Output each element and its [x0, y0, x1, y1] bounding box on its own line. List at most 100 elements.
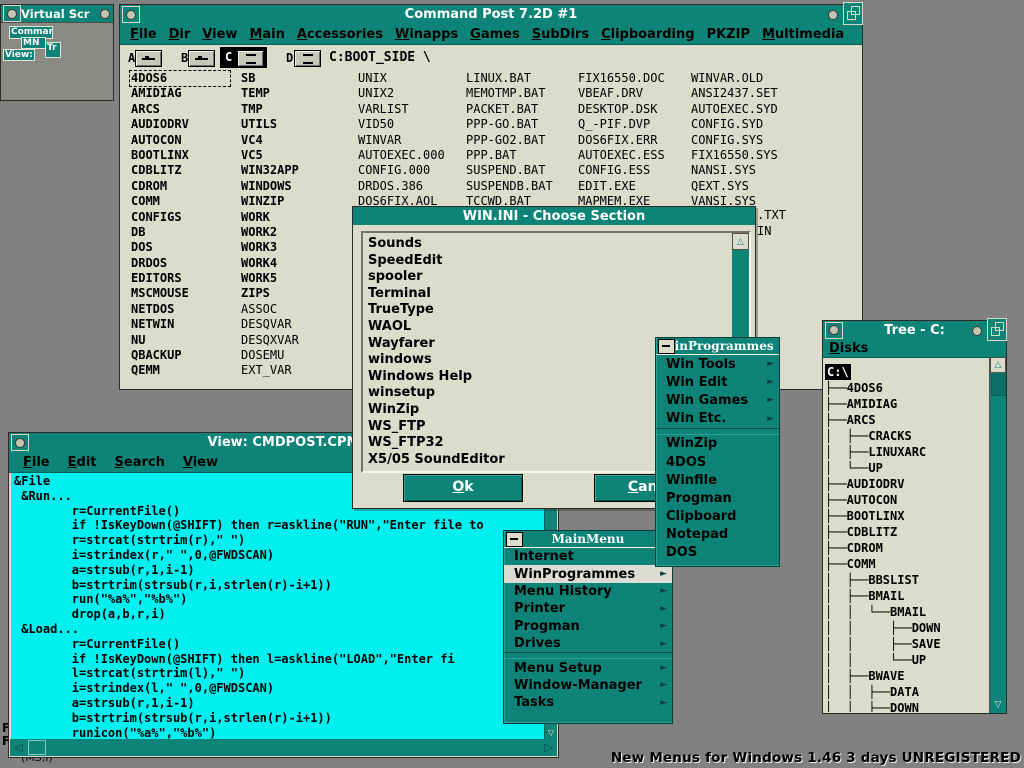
menubar-item[interactable]: Dir — [169, 27, 191, 42]
section-item[interactable]: Terminal — [368, 286, 729, 303]
popup-menu-item[interactable]: WinProgrammes► — [504, 565, 672, 582]
file-item[interactable]: AUTOEXEC.000 — [358, 148, 445, 163]
file-item[interactable]: WORK2 — [241, 225, 299, 240]
system-menu-button[interactable] — [122, 6, 140, 23]
file-item[interactable]: PPP-GO2.BAT — [466, 133, 553, 148]
file-item[interactable]: DESKTOP.DSK — [578, 102, 665, 117]
file-item[interactable]: QBACKUP — [131, 348, 231, 363]
file-item[interactable]: CONFIG.SYD — [691, 117, 778, 132]
tree-row[interactable]: ├──COMM — [825, 556, 990, 572]
file-item[interactable]: WORK5 — [241, 271, 299, 286]
restore-icon[interactable] — [843, 2, 863, 25]
virtual-screen-titlebar[interactable]: Virtual Scr — [1, 5, 113, 23]
file-item[interactable]: AUTOCON — [131, 133, 231, 148]
file-item[interactable]: NETDOS — [131, 302, 231, 317]
file-item[interactable]: VID50 — [358, 117, 445, 132]
tree-row[interactable]: ├──AMIDIAG — [825, 396, 990, 412]
popup-menu-item[interactable]: Progman — [656, 489, 779, 507]
popup-menu-item[interactable]: Printer► — [504, 600, 672, 617]
popup-menu-item[interactable]: Win Etc.► — [656, 410, 779, 428]
scroll-left-icon[interactable]: ◁ — [10, 739, 27, 756]
file-item[interactable]: NU — [131, 333, 231, 348]
popup-menu-item[interactable]: Menu History► — [504, 583, 672, 600]
scroll-down-icon[interactable]: ▽ — [545, 725, 557, 739]
menubar-item[interactable]: SubDirs — [532, 27, 589, 42]
file-item[interactable]: FIX16550.SYS — [691, 148, 778, 163]
file-item[interactable]: ASSOC — [241, 302, 299, 317]
tree-row[interactable]: ├──CDBLITZ — [825, 524, 990, 540]
scrollbar-thumb[interactable] — [991, 374, 1006, 396]
file-item[interactable]: WINVAR.OLD — [691, 71, 778, 86]
file-item[interactable]: AUTOEXEC.ESS — [578, 148, 665, 163]
menubar-item[interactable]: PKZIP — [707, 27, 750, 42]
tree-row[interactable]: ├──AUDIODRV — [825, 476, 990, 492]
file-item[interactable]: CONFIGS — [131, 210, 231, 225]
file-item[interactable]: VC4 — [241, 133, 299, 148]
file-item[interactable]: COMM — [131, 194, 231, 209]
horizontal-scrollbar[interactable]: ◁ ▷ — [10, 739, 557, 756]
file-item[interactable]: AUDIODRV — [131, 117, 231, 132]
menubar-item[interactable]: File — [23, 455, 50, 470]
file-item[interactable]: WINDOWS — [241, 179, 299, 194]
popup-menu-item[interactable]: DOS — [656, 544, 779, 562]
popup-menu-item[interactable]: Win Tools► — [656, 355, 779, 373]
file-item[interactable]: SUSPENDB.BAT — [466, 179, 553, 194]
dialog-titlebar[interactable]: WIN.INI - Choose Section — [353, 207, 755, 225]
file-item[interactable]: DRDOS.386 — [358, 179, 445, 194]
menubar-item[interactable]: View — [183, 455, 218, 470]
drive-a-button[interactable] — [135, 50, 162, 67]
drive-c-button[interactable] — [237, 50, 264, 67]
section-item[interactable]: spooler — [368, 269, 729, 286]
file-item[interactable]: Q_-PIF.DVP — [578, 117, 665, 132]
file-item[interactable]: CDROM — [131, 179, 231, 194]
file-item[interactable]: WINVAR — [358, 133, 445, 148]
file-item[interactable]: LINUX.BAT — [466, 71, 553, 86]
tree-row[interactable]: │ └──UP — [825, 460, 990, 476]
menubar-item[interactable]: Multimedia — [762, 27, 844, 42]
popup-menu-item[interactable]: Menu Setup► — [504, 659, 672, 676]
drive-b-button[interactable] — [188, 50, 215, 67]
system-menu-button[interactable] — [825, 322, 843, 339]
file-item[interactable]: SUSPEND.BAT — [466, 163, 553, 178]
section-item[interactable]: Sounds — [368, 236, 729, 253]
tree-row[interactable]: C:\ — [825, 364, 851, 380]
tree-row[interactable]: │ │ ├──SAVE — [825, 636, 990, 652]
tree-titlebar[interactable]: Tree - C: — [823, 321, 1006, 339]
system-menu-button[interactable] — [11, 434, 29, 451]
file-item[interactable]: WORK4 — [241, 256, 299, 271]
file-item[interactable]: DRDOS — [131, 256, 231, 271]
file-item[interactable]: ZIPS — [241, 286, 299, 301]
menubar-item[interactable]: View — [202, 27, 237, 42]
file-item[interactable]: PPP.BAT — [466, 148, 553, 163]
tree-row[interactable]: │ ├──LINUXARC — [825, 444, 990, 460]
file-item[interactable]: EDITORS — [131, 271, 231, 286]
scroll-down-icon[interactable]: ▽ — [990, 697, 1006, 712]
file-item[interactable]: CONFIG.SYS — [691, 133, 778, 148]
menubar-item[interactable]: Games — [470, 27, 520, 42]
file-item[interactable]: WIN32APP — [241, 163, 299, 178]
window-circle-button[interactable] — [972, 326, 982, 336]
scroll-right-icon[interactable]: ▷ — [540, 739, 557, 756]
file-item[interactable]: CONFIG.000 — [358, 163, 445, 178]
tree-row[interactable]: │ ├──BWAVE — [825, 668, 990, 684]
file-item[interactable]: BOOTLINX — [131, 148, 231, 163]
file-item[interactable]: WORK3 — [241, 240, 299, 255]
file-item[interactable]: UTILS — [241, 117, 299, 132]
file-item[interactable]: VC5 — [241, 148, 299, 163]
popup-menu-item[interactable]: Win Edit► — [656, 373, 779, 391]
file-item[interactable]: UNIX2 — [358, 86, 445, 101]
file-item[interactable]: DB — [131, 225, 231, 240]
mini-window-tree[interactable]: Tr — [45, 42, 61, 58]
mini-window-mainmenu[interactable]: MN — [21, 37, 46, 49]
file-item[interactable]: DOSEMU — [241, 348, 299, 363]
file-item[interactable]: AUTOEXEC.SYD — [691, 102, 778, 117]
code-viewer[interactable]: &File &Run... r=CurrentFile() if !IsKeyD… — [11, 473, 545, 739]
tree-row[interactable]: │ ├──BBSLIST — [825, 572, 990, 588]
tree-row[interactable]: ├──BOOTLINX — [825, 508, 990, 524]
file-item[interactable]: NETWIN — [131, 317, 231, 332]
popup-menu-item[interactable]: Winfile — [656, 471, 779, 489]
file-item[interactable]: DOS6FIX.ERR — [578, 133, 665, 148]
tree-row[interactable]: │ ├──BMAIL — [825, 588, 990, 604]
file-item[interactable]: TMP — [241, 102, 299, 117]
file-item[interactable]: WINZIP — [241, 194, 299, 209]
